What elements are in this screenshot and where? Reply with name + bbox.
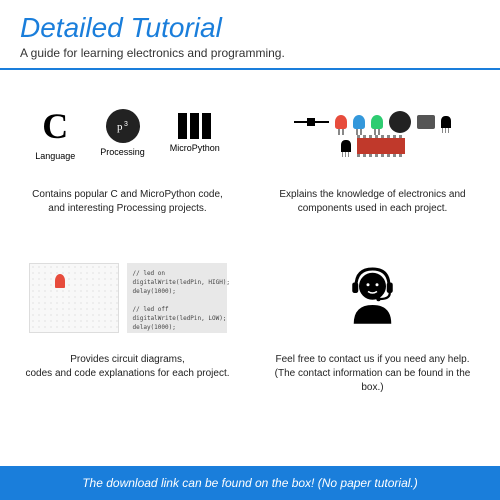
feature-circuits: // led on digitalWrite(ledPin, HIGH); de… <box>20 250 235 395</box>
lang-c: C Language <box>35 105 75 161</box>
chip-icon <box>357 138 405 154</box>
processing-label: Processing <box>100 147 145 157</box>
feature-languages: C Language p3 Processing MicroPython <box>20 85 235 230</box>
c-icon: C <box>42 105 68 147</box>
c-label: Language <box>35 151 75 161</box>
caption-circuits: Provides circuit diagrams, codes and cod… <box>25 353 229 381</box>
svg-text:p: p <box>117 121 123 133</box>
transistor-icon <box>441 116 451 128</box>
lang-micropython: MicroPython <box>170 113 220 153</box>
circuit-visual: // led on digitalWrite(ledPin, HIGH); de… <box>20 250 235 345</box>
processing-icon: p3 <box>106 109 140 143</box>
languages-visual: C Language p3 Processing MicroPython <box>20 85 235 180</box>
feature-components: Explains the knowledge of electronics an… <box>265 85 480 230</box>
footer-notice: The download link can be found on the bo… <box>0 466 500 500</box>
micropython-icon <box>178 113 211 139</box>
support-visual <box>265 250 480 345</box>
page-subtitle: A guide for learning electronics and pro… <box>20 46 480 60</box>
caption-support: Feel free to contact us if you need any … <box>265 353 480 395</box>
led-green-icon <box>371 115 383 129</box>
feature-grid: C Language p3 Processing MicroPython <box>0 70 500 410</box>
caption-languages: Contains popular C and MicroPython code,… <box>32 188 223 216</box>
header: Detailed Tutorial A guide for learning e… <box>0 0 500 70</box>
transistor-icon <box>341 140 351 152</box>
lang-processing: p3 Processing <box>100 109 145 157</box>
led-blue-icon <box>353 115 365 129</box>
caption-components: Explains the knowledge of electronics an… <box>279 188 465 216</box>
components-visual <box>265 85 480 180</box>
breadboard-icon <box>29 263 119 333</box>
feature-support: Feel free to contact us if you need any … <box>265 250 480 395</box>
component-icon <box>417 115 435 129</box>
code-sample: // led on digitalWrite(ledPin, HIGH); de… <box>127 263 227 333</box>
svg-text:3: 3 <box>124 121 128 128</box>
led-red-icon <box>335 115 347 129</box>
breadboard-led-icon <box>55 274 65 288</box>
diode-icon <box>294 121 329 123</box>
page-title: Detailed Tutorial <box>20 12 480 44</box>
buzzer-icon <box>389 111 411 133</box>
headset-person-icon <box>335 260 410 335</box>
micropython-label: MicroPython <box>170 143 220 153</box>
